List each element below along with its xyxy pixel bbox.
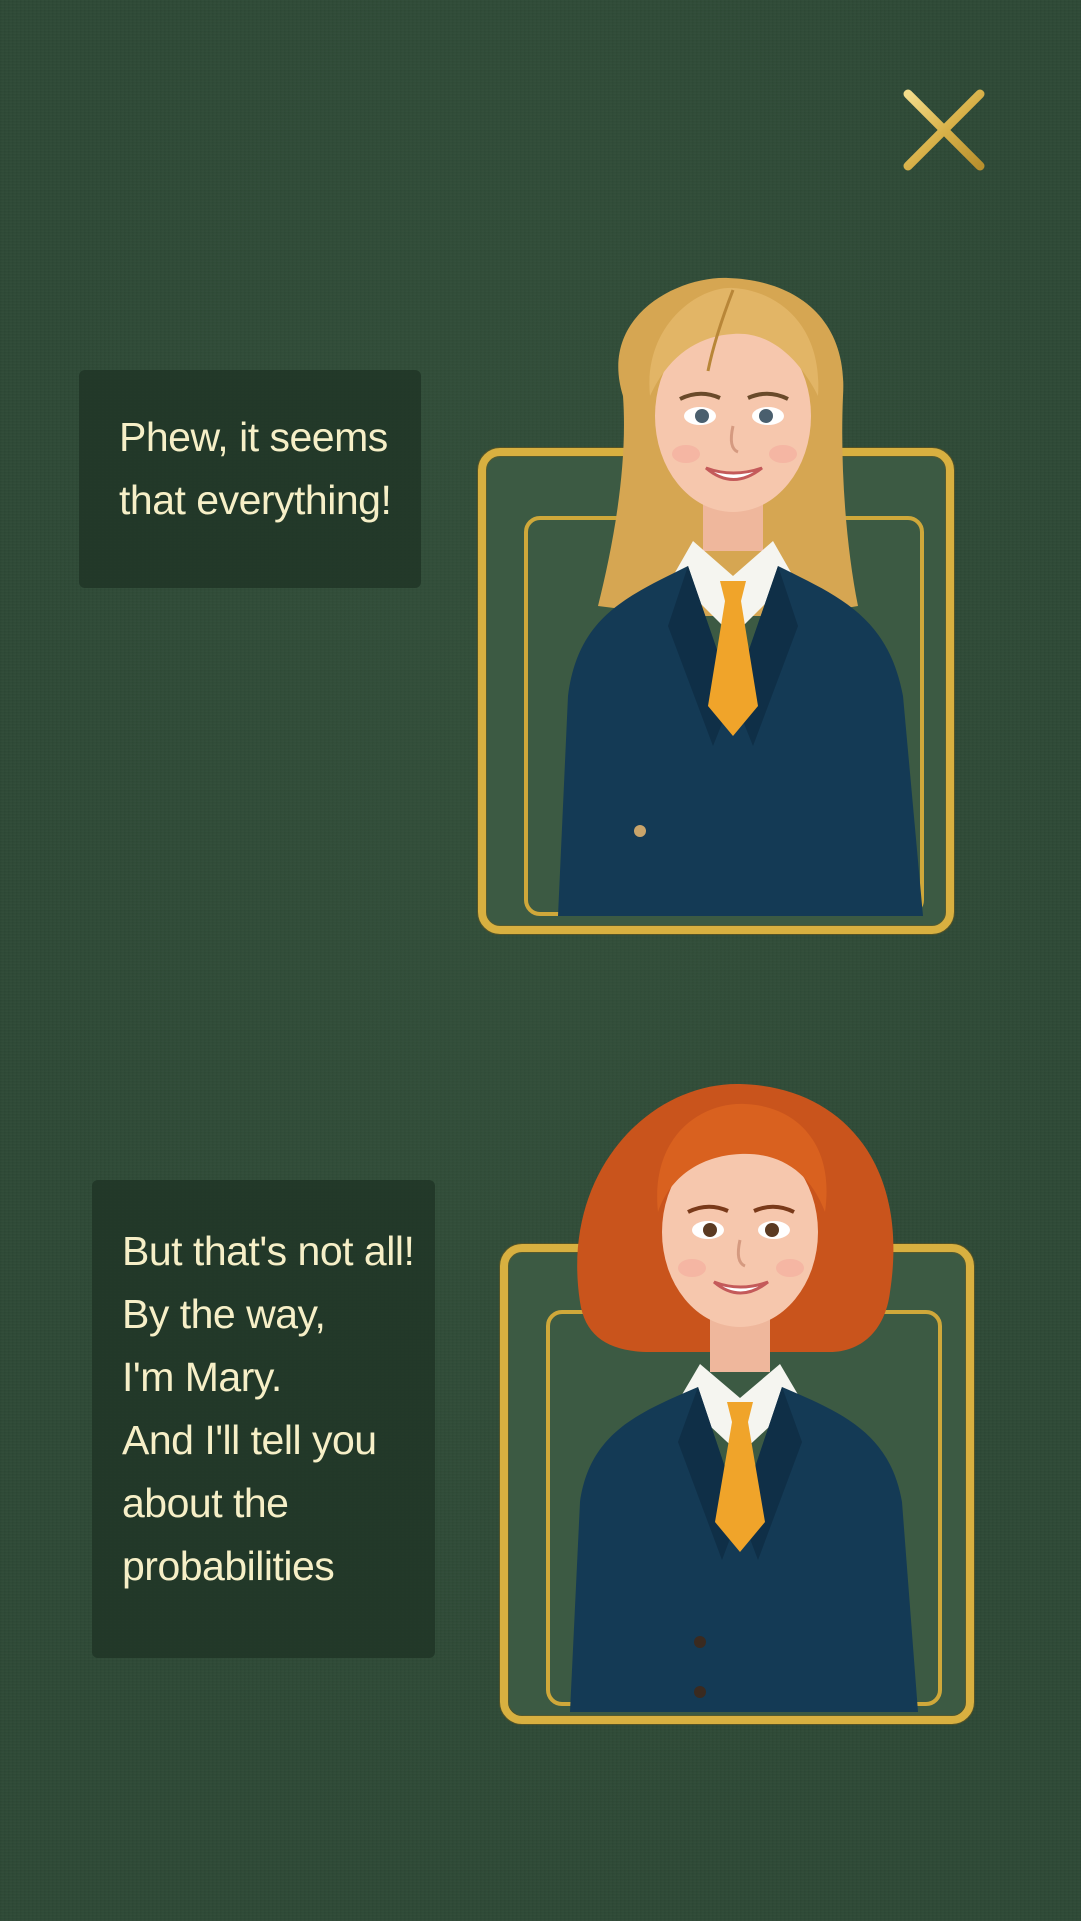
character-portrait-1 (478, 276, 954, 934)
message-line: I'm Mary. (122, 1354, 282, 1400)
message-line: But that's not all! (122, 1228, 415, 1274)
message-line: probabilities (122, 1543, 335, 1589)
message-line: And I'll tell you (122, 1417, 377, 1463)
message-line: about the (122, 1480, 289, 1526)
close-icon (903, 89, 985, 171)
character-portrait-2 (500, 1082, 974, 1724)
close-button[interactable] (898, 84, 990, 176)
blonde-woman-in-suit-image (558, 277, 923, 916)
red-haired-woman-in-suit-image (570, 1083, 918, 1712)
message-line: Phew, it seems (119, 414, 388, 460)
message-line: that everything! (119, 477, 392, 523)
speech-bubble-2: But that's not all! By the way, I'm Mary… (92, 1180, 435, 1658)
speech-bubble-1: Phew, it seems that everything! (79, 370, 421, 588)
message-line: By the way, (122, 1291, 326, 1337)
